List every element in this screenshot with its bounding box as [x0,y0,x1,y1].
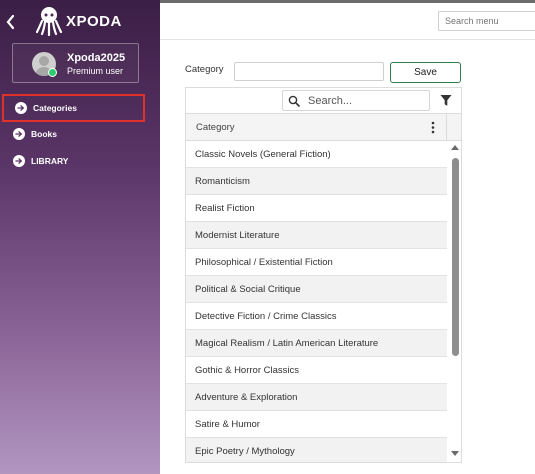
user-card[interactable]: Xpoda2025 Premium user [12,43,139,83]
user-name: Xpoda2025 [67,52,126,64]
arrow-right-circle-icon [13,128,25,140]
brand-name: XPODA [66,13,122,30]
sidebar-item-label: LIBRARY [31,156,69,166]
table-row[interactable]: Political & Social Critique [186,276,447,303]
category-grid: Search... Category Classic Novels (Gener… [185,87,462,463]
grid-search-input[interactable]: Search... [282,90,430,111]
table-row[interactable]: Modernist Literature [186,222,447,249]
table-row[interactable]: Romanticism [186,168,447,195]
table-row[interactable]: Gothic & Horror Classics [186,357,447,384]
arrow-right-circle-icon [15,102,27,114]
filter-icon[interactable] [440,94,452,107]
table-row[interactable]: Adventure & Exploration [186,384,447,411]
sidebar-item-label: Books [31,129,57,139]
grid-rows: Classic Novels (General Fiction) Romanti… [186,141,447,462]
online-status-icon [48,68,57,77]
table-row[interactable]: Realist Fiction [186,195,447,222]
table-row[interactable]: Classic Novels (General Fiction) [186,141,447,168]
category-label: Category [185,64,224,75]
arrow-right-circle-icon [13,155,25,167]
search-menu-input[interactable] [438,11,535,31]
top-bar [160,0,535,40]
table-row[interactable]: Magical Realism / Latin American Literat… [186,330,447,357]
octopus-logo-icon [35,6,63,37]
sidebar-item-label: Categories [33,103,77,113]
search-icon [288,95,300,107]
scrollbar-thumb[interactable] [452,158,459,356]
sidebar: XPODA Xpoda2025 Premium user Categories … [0,0,160,474]
sidebar-header: XPODA [0,0,160,40]
column-header-category[interactable]: Category [186,114,461,141]
scroll-down-arrow-icon[interactable] [451,451,459,456]
more-vertical-icon[interactable] [429,120,437,135]
scroll-up-arrow-icon[interactable] [451,145,459,150]
vertical-scrollbar[interactable] [447,141,461,462]
grid-search-placeholder: Search... [308,95,353,107]
grid-toolbar: Search... [186,88,461,114]
user-role: Premium user [67,66,124,76]
sidebar-item-categories[interactable]: Categories [2,94,145,122]
save-button[interactable]: Save [390,62,461,83]
table-row[interactable]: Philosophical / Existential Fiction [186,249,447,276]
table-row[interactable]: Epic Poetry / Mythology [186,438,447,462]
back-chevron-icon[interactable] [4,13,18,31]
column-separator [446,114,447,141]
sidebar-item-books[interactable]: Books [0,122,160,148]
table-row[interactable]: Detective Fiction / Crime Classics [186,303,447,330]
category-input[interactable] [234,62,384,81]
sidebar-item-library[interactable]: LIBRARY [0,149,160,175]
column-header-label: Category [196,122,235,133]
table-row[interactable]: Satire & Humor [186,411,447,438]
